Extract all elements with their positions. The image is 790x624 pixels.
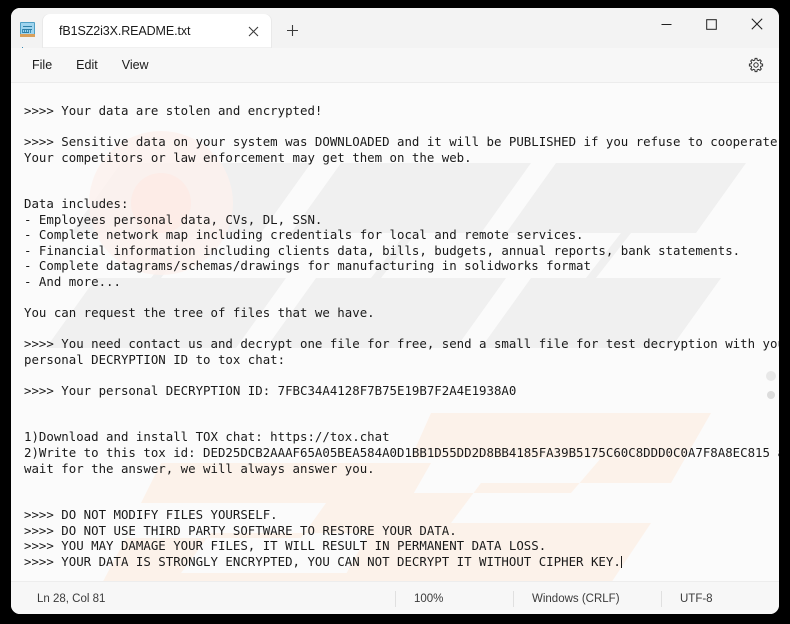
- tab-close-icon[interactable]: [239, 18, 267, 44]
- window-controls: [644, 8, 779, 40]
- editor-content[interactable]: >>>> Your data are stolen and encrypted!…: [11, 83, 779, 569]
- menu-bar: File Edit View: [11, 48, 779, 83]
- close-button[interactable]: [734, 8, 779, 40]
- status-bar: Ln 28, Col 81 100% Windows (CRLF) UTF-8: [11, 581, 779, 614]
- notepad-icon: [11, 8, 43, 51]
- minimize-button[interactable]: [644, 8, 689, 40]
- tab-title: fB1SZ2i3X.README.txt: [59, 24, 191, 38]
- status-encoding[interactable]: UTF-8: [661, 590, 779, 607]
- tab-readme[interactable]: fB1SZ2i3X.README.txt: [43, 14, 271, 48]
- gear-icon[interactable]: [743, 52, 769, 78]
- menu-item-edit[interactable]: Edit: [65, 53, 109, 77]
- text-editor[interactable]: >>>> Your data are stolen and encrypted!…: [11, 83, 779, 581]
- menu-item-view[interactable]: View: [111, 53, 160, 77]
- status-line-column[interactable]: Ln 28, Col 81: [11, 593, 395, 605]
- notepad-window: fB1SZ2i3X.README.txt File Edit View >>>>…: [11, 8, 779, 614]
- title-bar: fB1SZ2i3X.README.txt: [11, 8, 779, 51]
- status-line-ending[interactable]: Windows (CRLF): [513, 590, 661, 607]
- maximize-button[interactable]: [689, 8, 734, 40]
- text-caret: [620, 555, 622, 568]
- status-zoom[interactable]: 100%: [395, 590, 513, 607]
- menu-item-file[interactable]: File: [21, 53, 63, 77]
- new-tab-icon[interactable]: [277, 15, 307, 45]
